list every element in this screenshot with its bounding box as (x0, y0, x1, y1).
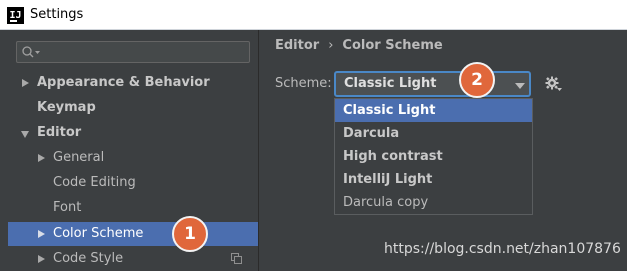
dropdown-arrow-icon[interactable] (515, 83, 525, 89)
scheme-option-label: Classic Light (343, 103, 436, 118)
step-badge-1: 1 (172, 216, 208, 252)
expand-arrow-icon[interactable] (38, 255, 45, 263)
scheme-option-intellij-light[interactable]: IntelliJ Light (335, 168, 532, 191)
breadcrumb-current: Color Scheme (342, 38, 443, 53)
scheme-option-label: Darcula (343, 126, 400, 141)
scheme-option-darcula[interactable]: Darcula (335, 122, 532, 145)
scheme-option-classic-light[interactable]: Classic Light (335, 99, 532, 122)
tree-item-label: Code Editing (53, 175, 136, 190)
tree-item-label: Editor (37, 125, 82, 140)
panel-divider (258, 30, 259, 271)
tree-item-code-editing[interactable]: Code Editing (8, 171, 258, 195)
tree-item-label: Font (53, 200, 82, 215)
settings-search-input[interactable] (16, 41, 250, 63)
scheme-option-label: IntelliJ Light (343, 172, 433, 187)
window-title: Settings (30, 7, 84, 22)
scheme-option-label: High contrast (343, 149, 443, 164)
scheme-dropdown-list: Classic Light Darcula High contrast Inte… (334, 98, 533, 215)
tree-item-color-scheme[interactable]: Color Scheme (8, 222, 258, 246)
tree-item-label: Appearance & Behavior (37, 75, 210, 90)
search-icon (22, 46, 40, 58)
title-bar: IJ Settings (0, 0, 627, 30)
scheme-label: Scheme: (275, 76, 332, 91)
breadcrumb-separator: › (328, 38, 334, 53)
tree-item-font[interactable]: Font (8, 196, 258, 220)
tree-item-label: General (53, 150, 105, 165)
tree-item-label: Keymap (37, 100, 96, 115)
copy-icon (231, 253, 242, 264)
scheme-option-label: Darcula copy (343, 195, 429, 210)
expand-arrow-icon[interactable] (22, 79, 29, 87)
tree-item-general[interactable]: General (8, 146, 258, 170)
tree-item-appearance-behavior[interactable]: Appearance & Behavior (8, 71, 258, 95)
scheme-option-darcula-copy[interactable]: Darcula copy (335, 191, 532, 214)
collapse-arrow-icon[interactable] (21, 131, 29, 138)
breadcrumb-parent[interactable]: Editor (275, 38, 319, 53)
tree-item-label: Code Style (53, 251, 124, 266)
expand-arrow-icon[interactable] (38, 230, 45, 238)
tree-item-label: Color Scheme (53, 226, 144, 241)
gear-icon[interactable] (545, 76, 563, 92)
watermark-text: https://blog.csdn.net/zhan107876 (384, 241, 621, 257)
tree-item-keymap[interactable]: Keymap (8, 96, 258, 120)
tree-item-editor[interactable]: Editor (8, 121, 258, 145)
scheme-select[interactable]: Classic Light (334, 71, 531, 97)
app-icon: IJ (7, 7, 24, 24)
expand-arrow-icon[interactable] (38, 154, 45, 162)
step-badge-2: 2 (459, 62, 495, 98)
scheme-option-high-contrast[interactable]: High contrast (335, 145, 532, 168)
scheme-select-value: Classic Light (344, 76, 437, 91)
breadcrumb: Editor › Color Scheme (275, 38, 443, 53)
tree-item-code-style[interactable]: Code Style (8, 247, 258, 271)
